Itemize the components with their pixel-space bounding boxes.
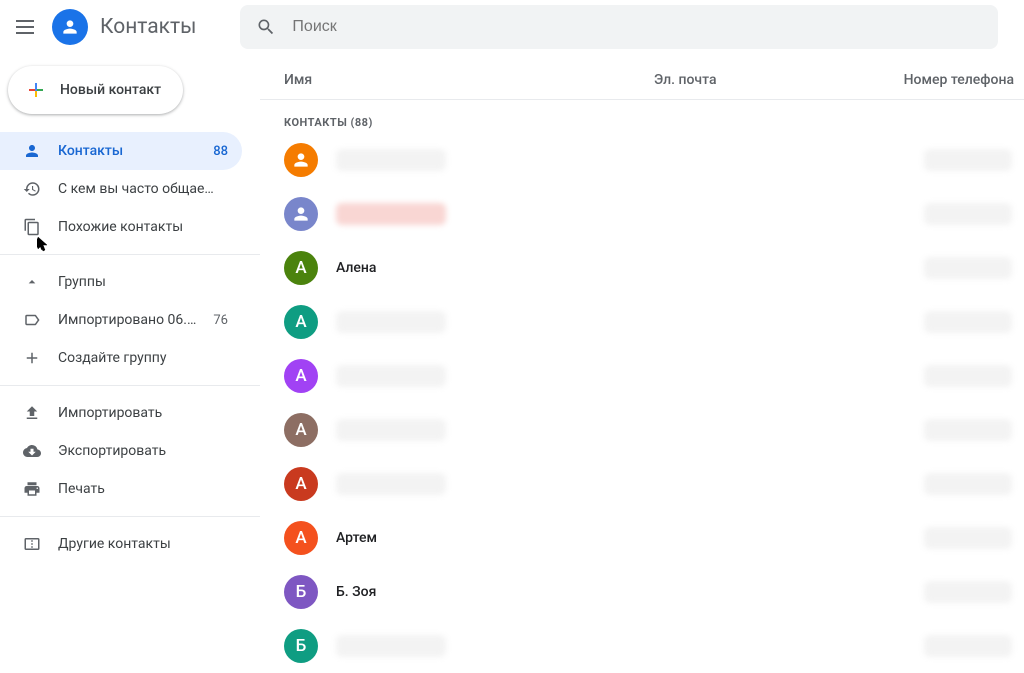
column-phone: Номер телефона — [880, 72, 1024, 88]
contact-row[interactable]: А — [260, 403, 1024, 457]
chevron-up-icon — [22, 272, 42, 292]
sidebar-group-imported[interactable]: Импортировано 06.… 76 — [0, 301, 242, 339]
sidebar-item-label: Группы — [58, 274, 228, 290]
contact-phone — [902, 365, 1024, 387]
column-name: Имя — [260, 72, 654, 88]
new-contact-label: Новый контакт — [60, 82, 161, 98]
plus-multicolor-icon — [24, 78, 48, 102]
sidebar-item-label: Контакты — [58, 143, 213, 159]
contact-phone — [902, 149, 1024, 171]
divider — [0, 254, 260, 255]
avatar: А — [284, 251, 318, 285]
new-contact-button[interactable]: Новый контакт — [8, 66, 183, 114]
sidebar-item-count: 88 — [213, 144, 228, 159]
contact-phone — [902, 419, 1024, 441]
avatar — [284, 197, 318, 231]
app-logo-icon — [52, 9, 88, 45]
divider — [0, 516, 260, 517]
contact-row[interactable]: А Алена — [260, 241, 1024, 295]
contact-name — [336, 635, 676, 657]
avatar: А — [284, 467, 318, 501]
column-headers: Имя Эл. почта Номер телефона — [260, 60, 1024, 100]
avatar — [284, 143, 318, 177]
avatar: Б — [284, 629, 318, 663]
search-bar[interactable] — [240, 5, 998, 49]
contact-name: Б. Зоя — [336, 584, 676, 600]
copy-icon — [22, 217, 42, 237]
contact-row[interactable] — [260, 187, 1024, 241]
sidebar-item-label: Похожие контакты — [58, 219, 228, 235]
person-icon — [22, 141, 42, 161]
sidebar-item-label: Печать — [58, 481, 228, 497]
contact-phone — [902, 203, 1024, 225]
avatar: Б — [284, 575, 318, 609]
app-title: Контакты — [100, 15, 196, 39]
hamburger-menu-icon[interactable] — [16, 15, 40, 39]
plus-icon — [22, 348, 42, 368]
sidebar-item-count: 76 — [213, 313, 228, 328]
sidebar-item-label: Другие контакты — [58, 536, 228, 552]
search-input[interactable] — [292, 18, 982, 36]
contact-phone — [902, 527, 1024, 549]
contact-name: Алена — [336, 260, 676, 276]
sidebar-import[interactable]: Импортировать — [0, 394, 242, 432]
avatar: А — [284, 359, 318, 393]
sidebar-item-label: С кем вы часто общае… — [58, 181, 228, 197]
sidebar-create-group[interactable]: Создайте группу — [0, 339, 242, 377]
contact-phone — [902, 311, 1024, 333]
archive-icon — [22, 534, 42, 554]
divider — [0, 385, 260, 386]
history-icon — [22, 179, 42, 199]
contact-row[interactable]: А — [260, 349, 1024, 403]
label-icon — [22, 310, 42, 330]
sidebar-export[interactable]: Экспортировать — [0, 432, 242, 470]
contact-name — [336, 311, 676, 333]
section-title: КОНТАКТЫ (88) — [260, 100, 1024, 133]
sidebar-groups-header[interactable]: Группы — [0, 263, 242, 301]
contact-phone — [902, 635, 1024, 657]
column-email: Эл. почта — [654, 72, 880, 88]
contact-row[interactable]: А — [260, 295, 1024, 349]
avatar: А — [284, 521, 318, 555]
search-icon — [256, 17, 276, 37]
contact-name — [336, 365, 676, 387]
contact-phone — [902, 581, 1024, 603]
sidebar-item-contacts[interactable]: Контакты 88 — [0, 132, 242, 170]
sidebar-item-label: Создайте группу — [58, 350, 228, 366]
contact-name: Артем — [336, 530, 676, 546]
print-icon — [22, 479, 42, 499]
sidebar-item-frequent[interactable]: С кем вы часто общае… — [0, 170, 242, 208]
contact-name — [336, 419, 676, 441]
sidebar-other-contacts[interactable]: Другие контакты — [0, 525, 242, 563]
sidebar-print[interactable]: Печать — [0, 470, 242, 508]
contact-phone — [902, 257, 1024, 279]
contact-phone — [902, 473, 1024, 495]
avatar: А — [284, 413, 318, 447]
contact-row[interactable]: А Артем — [260, 511, 1024, 565]
contact-row[interactable]: А — [260, 457, 1024, 511]
sidebar-item-label: Экспортировать — [58, 443, 228, 459]
sidebar: Новый контакт Контакты 88 С кем вы часто… — [0, 54, 260, 660]
contact-name — [336, 203, 676, 225]
upload-icon — [22, 403, 42, 423]
sidebar-item-similar[interactable]: Похожие контакты — [0, 208, 242, 246]
avatar: А — [284, 305, 318, 339]
contact-row[interactable] — [260, 133, 1024, 187]
cloud-download-icon — [22, 441, 42, 461]
contact-row[interactable]: Б Б. Зоя — [260, 565, 1024, 619]
sidebar-item-label: Импортировать — [58, 405, 228, 421]
main-content: Имя Эл. почта Номер телефона КОНТАКТЫ (8… — [260, 54, 1024, 660]
sidebar-item-label: Импортировано 06.… — [58, 312, 213, 328]
contact-name — [336, 473, 676, 495]
contact-name — [336, 149, 676, 171]
contact-row[interactable]: Б — [260, 619, 1024, 673]
